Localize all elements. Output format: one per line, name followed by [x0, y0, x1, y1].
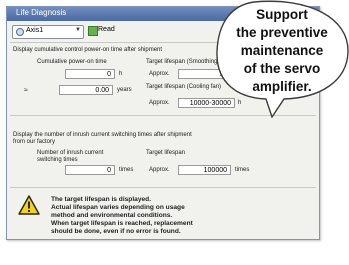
hours-unit: h [119, 71, 123, 77]
callout-line: Support [256, 7, 308, 22]
warning-line: Actual lifespan varies depending on usag… [51, 204, 185, 211]
power-on-heading: Display cumulative control power-on time… [13, 47, 163, 53]
lifespan-fan-label: Target lifespan (Cooling fan) [146, 84, 222, 90]
warning-line: method and environmental conditions. [51, 212, 173, 219]
divider [10, 187, 316, 188]
axis-select[interactable]: Axis1 ▼ [12, 25, 84, 39]
inrush-count-label-line1: Number of inrush current [37, 150, 104, 156]
axis-select-value: Axis1 [26, 27, 44, 34]
approx-label: Approx. [149, 71, 170, 77]
approx-label: Approx. [149, 100, 170, 106]
hours-field: 0 [65, 69, 115, 79]
callout-line: of the servo [243, 61, 321, 76]
inrush-count-field: 0 [65, 165, 115, 175]
window-title: Life Diagnosis [16, 8, 67, 17]
inrush-target-field: 100000 [178, 165, 231, 175]
chevron-down-icon[interactable]: ▼ [75, 27, 81, 33]
warning-line: The target lifespan is displayed. [51, 196, 152, 203]
read-button[interactable]: Read [88, 25, 122, 37]
inrush-target-unit: times [235, 167, 250, 173]
years-field: 0.00 [59, 85, 113, 95]
approx-label: Approx. [149, 167, 170, 173]
callout-text: Support the preventive maintenance of th… [222, 6, 342, 96]
callout-line: the preventive [236, 25, 328, 40]
warning-line: When target lifespan is reached, replace… [51, 220, 193, 227]
warning-line: should be done, even if no error is foun… [51, 228, 181, 235]
cumulative-label: Cumulative power-on time [37, 59, 107, 65]
inrush-count-unit: times [119, 167, 134, 173]
inrush-target-label: Target lifespan [146, 150, 186, 156]
callout-line: amplifier. [252, 79, 312, 94]
approx-symbol: ≈ [24, 87, 28, 94]
callout-line: maintenance [240, 43, 324, 58]
warning-message: The target lifespan is displayed. Actual… [51, 196, 291, 236]
years-unit: years [117, 87, 132, 93]
inrush-count-label-line2: switching times [37, 157, 78, 163]
read-icon [88, 26, 98, 36]
axis-radio-icon [16, 28, 24, 36]
inrush-heading-line1: Display the number of inrush current swi… [13, 132, 192, 138]
inrush-heading-line2: from our factory [13, 139, 56, 145]
read-button-label: Read [98, 26, 115, 33]
warning-icon [18, 195, 40, 215]
